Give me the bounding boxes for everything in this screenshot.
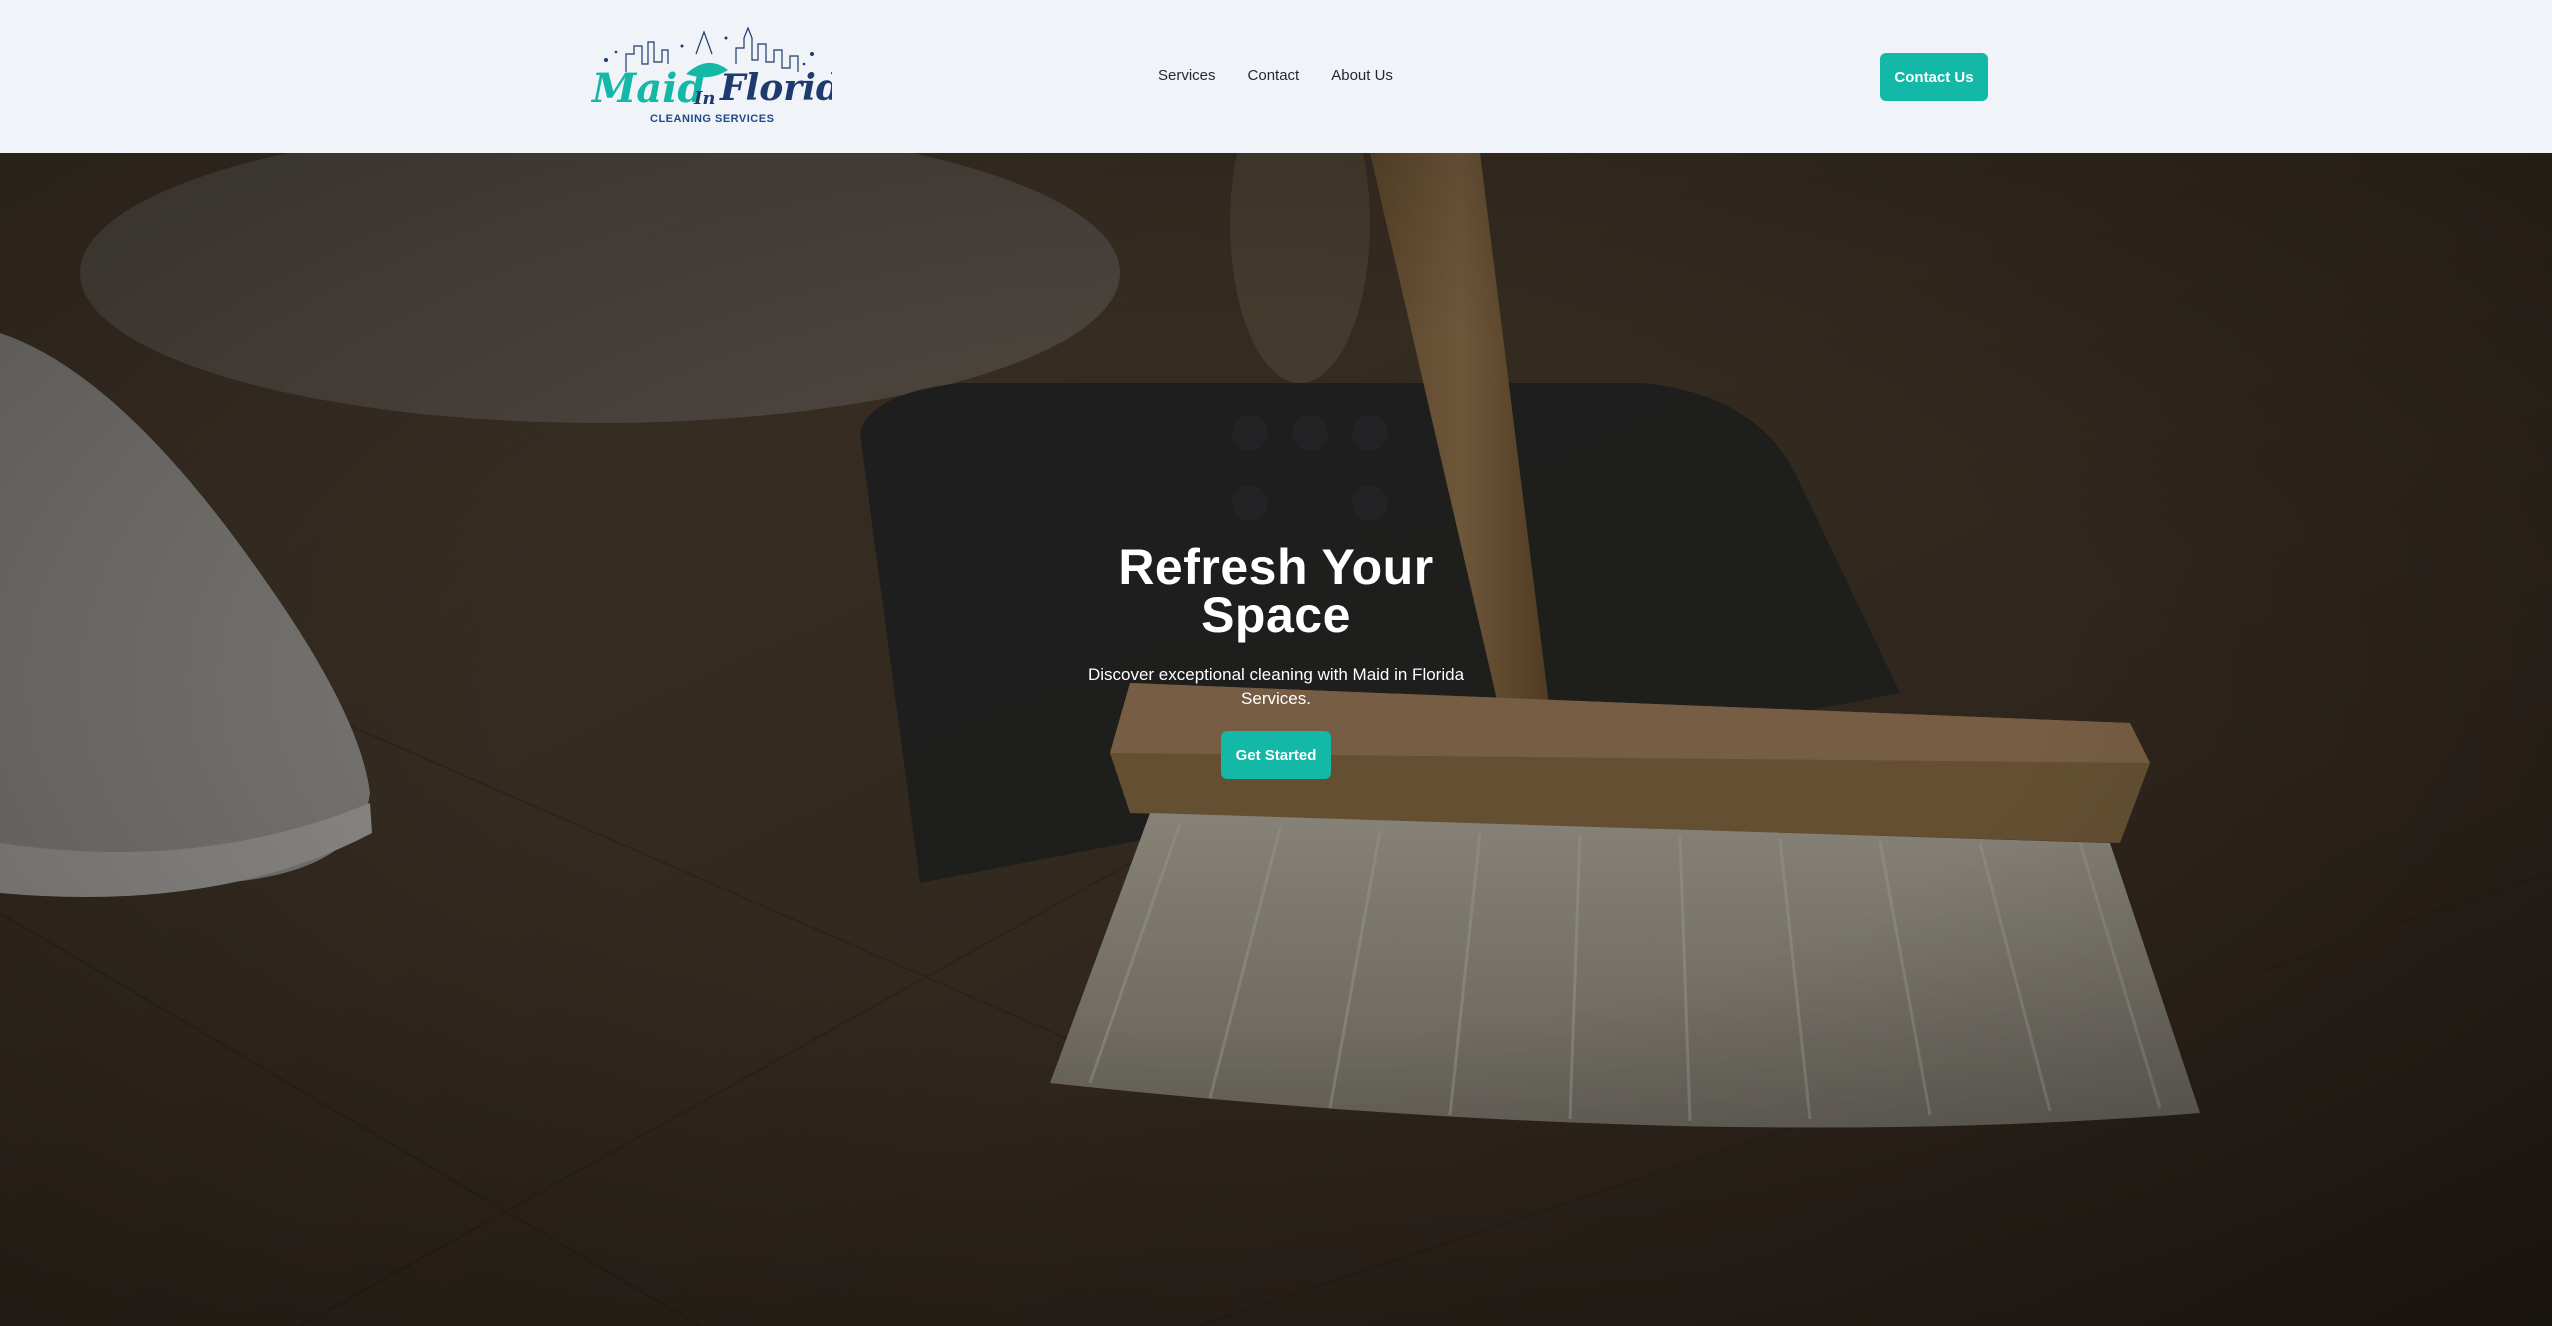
nav-item-about-us[interactable]: About Us — [1331, 67, 1393, 84]
nav-item-contact[interactable]: Contact — [1248, 67, 1300, 84]
maid-in-florida-logo: Maid In Florida CLEANING SERVICES — [590, 26, 832, 125]
logo-word-in: In — [693, 88, 716, 109]
hero-title-line2: Space — [1201, 587, 1351, 643]
hero-content: Refresh Your Space Discover exceptional … — [1076, 542, 1476, 779]
hero-title: Refresh Your Space — [1076, 542, 1476, 640]
site-header: Maid In Florida CLEANING SERVICES Servic… — [0, 0, 2552, 153]
main-nav: Services Contact About Us — [1158, 67, 1393, 84]
brand-logo[interactable]: Maid In Florida CLEANING SERVICES — [586, 24, 832, 130]
get-started-button[interactable]: Get Started — [1221, 731, 1331, 779]
logo-word-maid: Maid — [590, 65, 705, 112]
contact-us-button[interactable]: Contact Us — [1880, 53, 1988, 101]
logo-word-florida: Florida — [719, 67, 832, 109]
hero-section: Refresh Your Space Discover exceptional … — [0, 153, 2552, 1326]
hero-subtitle: Discover exceptional cleaning with Maid … — [1087, 665, 1465, 708]
logo-tagline: CLEANING SERVICES — [650, 113, 774, 125]
nav-item-services[interactable]: Services — [1158, 67, 1216, 84]
